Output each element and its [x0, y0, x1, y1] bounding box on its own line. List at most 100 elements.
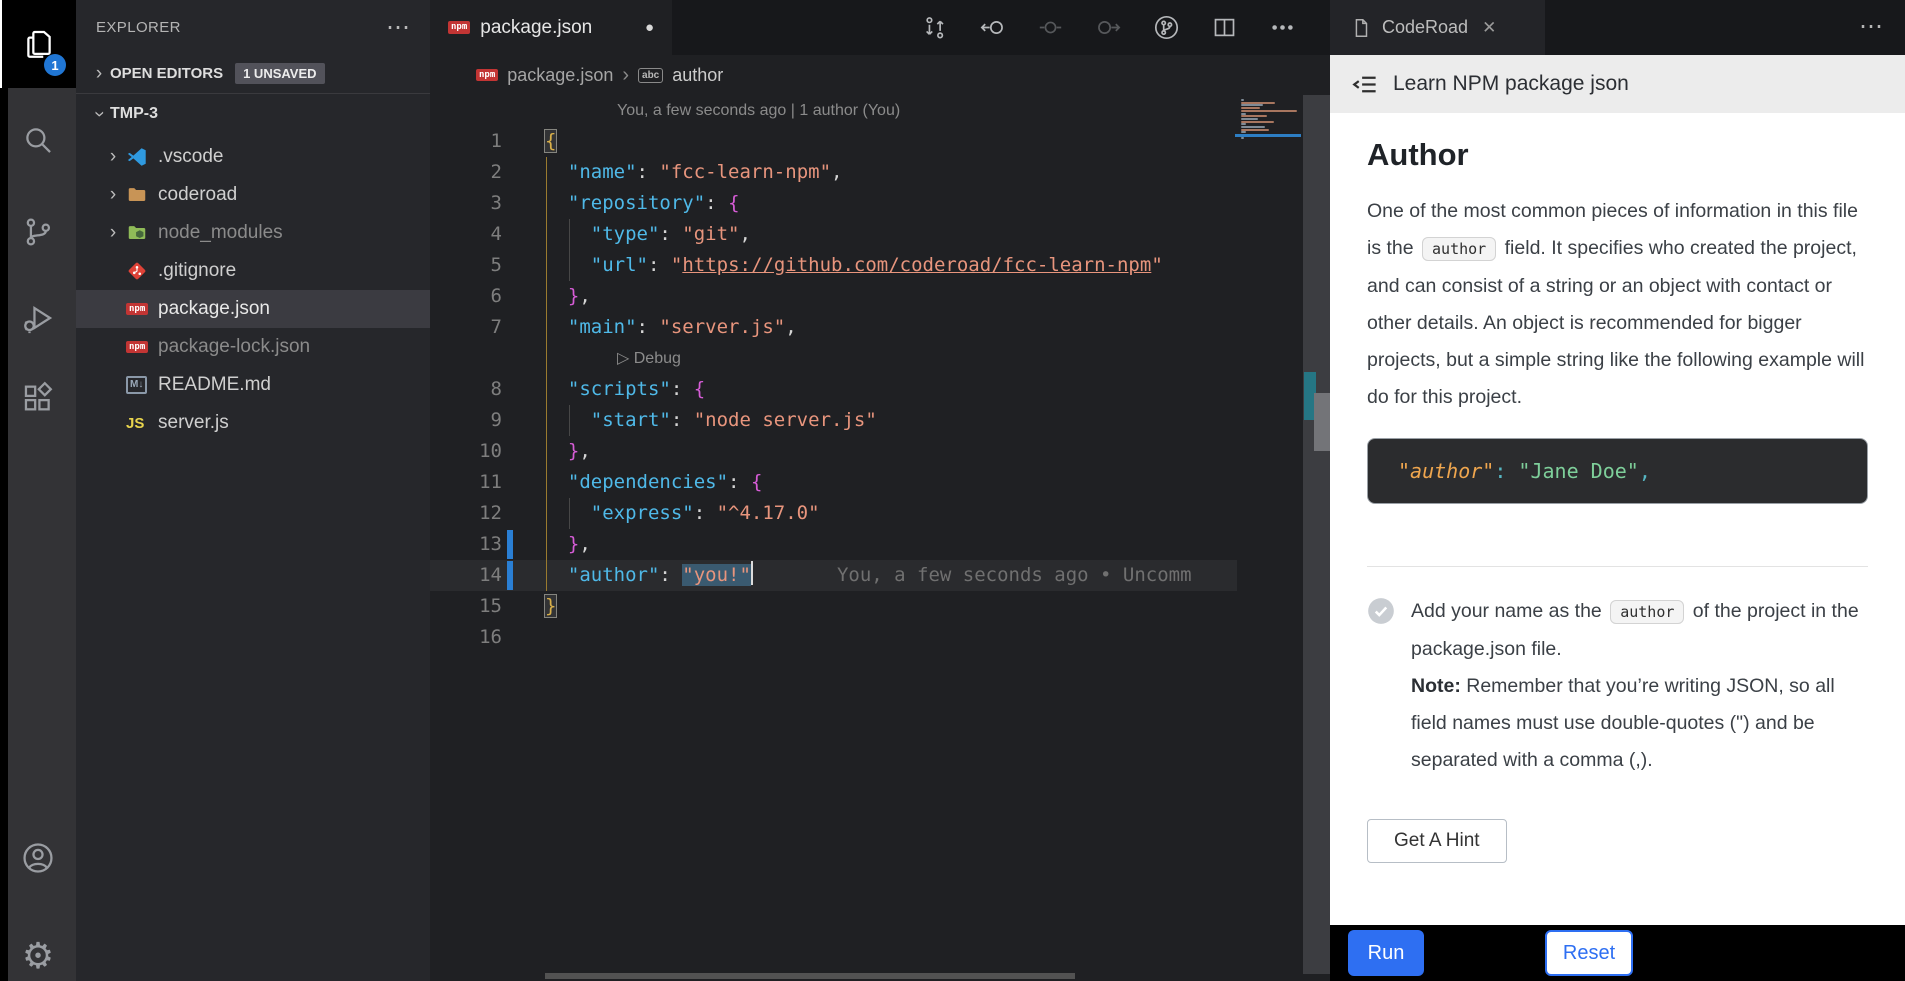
more-actions-icon[interactable] [1269, 14, 1296, 41]
explorer-sidebar: EXPLORER ⋯ › OPEN EDITORS 1 UNSAVED › TM… [76, 0, 430, 981]
code-editor[interactable]: You, a few seconds ago | 1 author (You)1… [430, 95, 1237, 675]
scrollbar-thumb[interactable] [1314, 393, 1330, 451]
code-line-6[interactable]: 6 }, [430, 281, 1237, 312]
file-name: README.md [158, 374, 271, 396]
file-name: node_modules [158, 222, 283, 244]
line-number: 4 [430, 219, 502, 250]
chevron-down-icon: › [88, 103, 110, 125]
text-cursor [751, 561, 753, 585]
file-tree-item-node-modules[interactable]: › node_modules [76, 214, 430, 252]
run-debug-activity-item[interactable] [0, 282, 76, 354]
codelens-text[interactable]: You, a few seconds ago | 1 author (You) [502, 95, 900, 126]
open-editors-section[interactable]: › OPEN EDITORS 1 UNSAVED [76, 54, 430, 94]
project-root-folder[interactable]: › TMP-3 [76, 94, 430, 134]
line-number: 11 [430, 467, 502, 498]
chevron-right-icon: › [88, 63, 110, 85]
npm-folder-file-icon [126, 222, 158, 244]
file-tree-item-readme-md[interactable]: M↓README.md [76, 366, 430, 404]
current-change-icon[interactable] [1037, 14, 1064, 41]
line-number: 8 [430, 374, 502, 405]
js-file-icon: JS [126, 415, 158, 432]
unsaved-badge: 1 UNSAVED [235, 63, 324, 84]
open-files-badge: 1 [44, 54, 66, 76]
previous-change-icon[interactable] [979, 14, 1006, 41]
codelens[interactable]: ▷ Debug [430, 343, 1237, 374]
bold-text: Note: [1411, 675, 1461, 697]
account-activity-item[interactable] [0, 822, 76, 894]
source-control-activity-item[interactable] [0, 196, 76, 268]
run-tests-icon[interactable] [1153, 14, 1180, 41]
chevron-right-icon: › [100, 222, 126, 244]
line-number: 2 [430, 157, 502, 188]
file-tree-item--gitignore[interactable]: .gitignore [76, 252, 430, 290]
tab-package-json[interactable]: npm package.json ● [430, 0, 672, 55]
file-tree: ›.vscode›coderoad›node_modules.gitignore… [76, 134, 430, 442]
codelens[interactable]: You, a few seconds ago | 1 author (You) [430, 95, 1237, 126]
chevron-right-icon: › [100, 184, 126, 206]
get-hint-button[interactable]: Get A Hint [1367, 819, 1507, 863]
example-code-block: "author": "Jane Doe", [1367, 438, 1868, 504]
tutorial-header: Learn NPM package json [1330, 55, 1905, 113]
project-name: TMP-3 [110, 105, 158, 123]
code-line-11[interactable]: 11 "dependencies": { [430, 467, 1237, 498]
more-actions-icon[interactable]: ⋯ [386, 13, 410, 42]
npm-file-icon: npm [126, 341, 158, 354]
editor-group: npm package.json ● npm package.json › ab… [430, 0, 1330, 981]
divider [1367, 566, 1868, 567]
modified-line-indicator [507, 530, 513, 559]
next-change-icon[interactable] [1095, 14, 1122, 41]
code-line-16[interactable]: 16 [430, 622, 1237, 653]
collapse-menu-icon[interactable] [1352, 71, 1379, 98]
dirty-dot-icon[interactable]: ● [645, 19, 654, 36]
file-tree-item-package-lock-json[interactable]: npmpackage-lock.json [76, 328, 430, 366]
settings-gear-activity-item[interactable]: ⚙ [0, 920, 76, 981]
file-tree-item-package-json[interactable]: npmpackage.json [76, 290, 430, 328]
code-line-5[interactable]: 5 "url": "https://github.com/coderoad/fc… [430, 250, 1237, 281]
git-file-icon [126, 260, 158, 282]
horizontal-scrollbar[interactable] [545, 973, 1075, 979]
line-number: 13 [430, 529, 502, 560]
breadcrumb-file[interactable]: package.json [507, 65, 613, 86]
tutorial-title: Learn NPM package json [1393, 72, 1629, 96]
open-editors-label: OPEN EDITORS [110, 65, 223, 82]
more-actions-icon[interactable]: ⋯ [1859, 12, 1883, 41]
code-line-13[interactable]: 13 }, [430, 529, 1237, 560]
coderoad-panel: CodeRoad ✕ ⋯ Learn NPM package json Auth… [1330, 0, 1905, 981]
search-activity-item[interactable] [0, 104, 76, 176]
close-icon[interactable]: ✕ [1482, 18, 1496, 38]
code-line-1[interactable]: 1{ [430, 126, 1237, 157]
file-tree-item-server-js[interactable]: JSserver.js [76, 404, 430, 442]
tab-coderoad[interactable]: CodeRoad ✕ [1330, 0, 1545, 55]
line-number: 10 [430, 436, 502, 467]
codelens-text[interactable]: ▷ Debug [502, 343, 681, 374]
lesson-paragraph: One of the most common pieces of informa… [1367, 193, 1868, 416]
line-number: 5 [430, 250, 502, 281]
code-line-10[interactable]: 10 }, [430, 436, 1237, 467]
explorer-activity-item[interactable]: 1 [0, 0, 76, 88]
file-tree-item--vscode[interactable]: ›.vscode [76, 138, 430, 176]
code-line-7[interactable]: 7 "main": "server.js", [430, 312, 1237, 343]
minimap[interactable] [1237, 95, 1301, 655]
code-line-12[interactable]: 12 "express": "^4.17.0" [430, 498, 1237, 529]
extensions-activity-item[interactable] [0, 362, 76, 434]
lesson-heading: Author [1367, 137, 1868, 173]
code-line-3[interactable]: 3 "repository": { [430, 188, 1237, 219]
open-changes-icon[interactable] [921, 14, 948, 41]
vertical-scrollbar[interactable] [1303, 95, 1330, 974]
file-tree-item-coderoad[interactable]: ›coderoad [76, 176, 430, 214]
inline-code: author [1610, 600, 1684, 624]
minimap-current-line [1235, 134, 1301, 137]
code-line-14[interactable]: 14 "author": "you!"You, a few seconds ag… [430, 560, 1237, 591]
reset-button[interactable]: Reset [1545, 930, 1633, 976]
code-line-4[interactable]: 4 "type": "git", [430, 219, 1237, 250]
code-line-8[interactable]: 8 "scripts": { [430, 374, 1237, 405]
editor-toolbar [921, 14, 1330, 41]
code-line-9[interactable]: 9 "start": "node server.js" [430, 405, 1237, 436]
line-number: 14 [430, 560, 502, 591]
code-line-15[interactable]: 15} [430, 591, 1237, 622]
code-line-2[interactable]: 2 "name": "fcc-learn-npm", [430, 157, 1237, 188]
npm-icon: npm [448, 21, 470, 34]
run-button[interactable]: Run [1348, 930, 1424, 976]
split-editor-icon[interactable] [1211, 14, 1238, 41]
breadcrumb-symbol[interactable]: author [672, 65, 723, 86]
